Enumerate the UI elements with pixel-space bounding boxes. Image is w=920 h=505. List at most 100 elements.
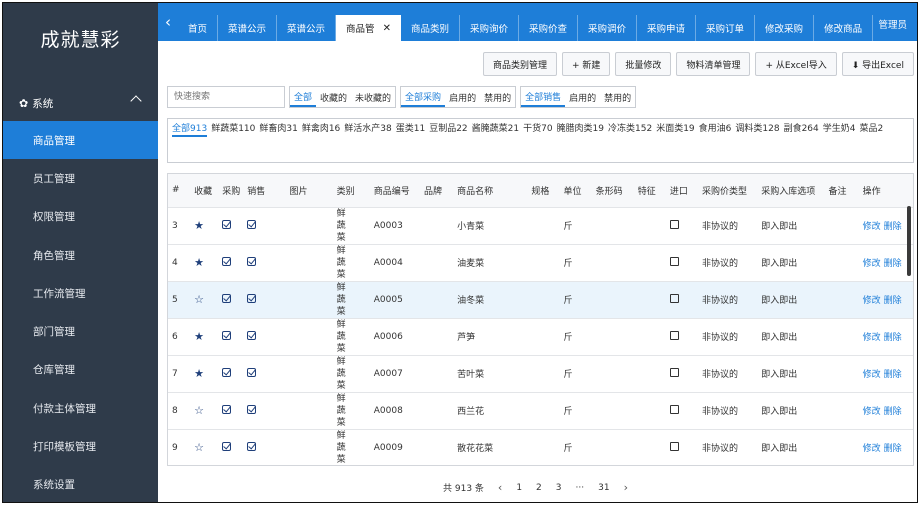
tab[interactable]: 采购价查: [519, 15, 578, 41]
page-number[interactable]: 3: [556, 483, 562, 493]
checkbox-checked-icon[interactable]: [222, 367, 232, 377]
category-chip[interactable]: 鲜禽肉16: [302, 123, 340, 137]
table-row[interactable]: 8 ☆ 鲜蔬菜 A0008 西兰花斤非协议的 即入即出 修改 删除: [168, 392, 913, 430]
category-chip[interactable]: 冷冻类152: [608, 123, 652, 137]
checkbox-empty-icon[interactable]: [669, 441, 679, 451]
checkbox-checked-icon[interactable]: [247, 219, 257, 229]
delete-link[interactable]: 删除: [884, 444, 902, 454]
checkbox-checked-icon[interactable]: [247, 256, 257, 266]
export-excel-button[interactable]: ⬇ 导出Excel: [841, 52, 914, 76]
sidebar-item[interactable]: 仓库管理: [3, 351, 158, 389]
sidebar-item[interactable]: 付款主体管理: [3, 389, 158, 427]
table-row[interactable]: 3 ★ 鲜蔬菜 A0003 小青菜斤非协议的 即入即出 修改 删除: [168, 207, 913, 245]
sidebar-item[interactable]: 打印模板管理: [3, 427, 158, 465]
table-row[interactable]: 5 ☆ 鲜蔬菜 A0005 油冬菜斤非协议的 即入即出 修改 删除: [168, 281, 913, 319]
category-chip[interactable]: 干货70: [523, 123, 552, 137]
edit-link[interactable]: 修改: [863, 333, 881, 343]
chevron-right-icon[interactable]: ›: [624, 481, 628, 494]
tab[interactable]: 商品类别: [401, 15, 460, 41]
sidebar-item[interactable]: 角色管理: [3, 236, 158, 274]
category-chip[interactable]: 酱腌蔬菜21: [472, 123, 519, 137]
batch-edit-button[interactable]: 批量修改: [615, 52, 672, 76]
star-filled-icon[interactable]: ★: [194, 367, 204, 380]
page-number[interactable]: 31: [598, 483, 609, 493]
chevron-left-icon[interactable]: ‹: [158, 3, 178, 41]
checkbox-checked-icon[interactable]: [247, 404, 257, 414]
star-filled-icon[interactable]: ★: [194, 219, 204, 232]
page-number[interactable]: 1: [516, 483, 522, 493]
category-chip[interactable]: 鲜畜肉31: [259, 123, 297, 137]
tab[interactable]: 采购订单: [696, 15, 756, 41]
category-chip[interactable]: 调料类128: [735, 123, 779, 137]
edit-link[interactable]: 修改: [863, 407, 881, 417]
filter-unfavorited[interactable]: 未收藏的: [351, 87, 395, 107]
delete-link[interactable]: 删除: [884, 296, 902, 306]
checkbox-checked-icon[interactable]: [247, 441, 257, 451]
sidebar-item[interactable]: 系统设置: [3, 466, 158, 502]
category-chip[interactable]: 豆制品22: [429, 123, 467, 137]
search-input[interactable]: [167, 86, 285, 108]
edit-link[interactable]: 修改: [863, 444, 881, 454]
star-filled-icon[interactable]: ★: [194, 256, 204, 269]
checkbox-checked-icon[interactable]: [247, 367, 257, 377]
tab[interactable]: 采购调价: [578, 15, 638, 41]
close-icon[interactable]: ✕: [383, 23, 391, 34]
sidebar-item[interactable]: 权限管理: [3, 198, 158, 236]
checkbox-checked-icon[interactable]: [222, 293, 232, 303]
table-row[interactable]: 9 ☆ 鲜蔬菜 A0009 散花花菜斤非协议的 即入即出 修改 删除: [168, 429, 913, 465]
user-name[interactable]: 管理员: [878, 17, 907, 31]
tab[interactable]: 修改采购: [755, 15, 815, 41]
edit-link[interactable]: 修改: [863, 296, 881, 306]
system-menu-header[interactable]: ✿ 系统: [3, 89, 158, 117]
category-chip[interactable]: 菜品2: [859, 123, 883, 137]
checkbox-empty-icon[interactable]: [669, 404, 679, 414]
checkbox-empty-icon[interactable]: [669, 219, 679, 229]
filter-purchase-enabled[interactable]: 启用的: [445, 87, 480, 107]
category-chip[interactable]: 食用油6: [699, 123, 732, 137]
table-row[interactable]: 4 ★ 鲜蔬菜 A0004 油麦菜斤非协议的 即入即出 修改 删除: [168, 244, 913, 282]
checkbox-checked-icon[interactable]: [222, 256, 232, 266]
filter-all-purchase[interactable]: 全部采购: [401, 87, 446, 107]
category-management-button[interactable]: 商品类别管理: [483, 52, 558, 76]
edit-link[interactable]: 修改: [863, 222, 881, 232]
delete-link[interactable]: 删除: [884, 222, 902, 232]
edit-link[interactable]: 修改: [863, 259, 881, 269]
tab[interactable]: 采购申请: [637, 15, 697, 41]
star-outline-icon[interactable]: ☆: [194, 441, 204, 454]
filter-sales-enabled[interactable]: 启用的: [565, 87, 600, 107]
new-button[interactable]: + 新建: [562, 52, 611, 76]
checkbox-empty-icon[interactable]: [669, 330, 679, 340]
filter-purchase-disabled[interactable]: 禁用的: [480, 87, 515, 107]
star-outline-icon[interactable]: ☆: [194, 404, 204, 417]
filter-favorited[interactable]: 收藏的: [316, 87, 351, 107]
delete-link[interactable]: 删除: [884, 333, 902, 343]
star-filled-icon[interactable]: ★: [194, 330, 204, 343]
category-chip[interactable]: 蛋类11: [396, 123, 425, 137]
tab[interactable]: 修改商品: [814, 15, 874, 41]
checkbox-empty-icon[interactable]: [669, 293, 679, 303]
delete-link[interactable]: 删除: [884, 259, 902, 269]
category-chip[interactable]: 副食264: [784, 123, 819, 137]
category-chip[interactable]: 鲜活水产38: [344, 123, 391, 137]
checkbox-checked-icon[interactable]: [222, 219, 232, 229]
tab[interactable]: 商品管 ✕: [336, 15, 401, 41]
sidebar-item[interactable]: 工作流管理: [3, 274, 158, 312]
star-outline-icon[interactable]: ☆: [194, 293, 204, 306]
sidebar-item[interactable]: 部门管理: [3, 312, 158, 350]
category-chip[interactable]: 腌腊肉类19: [557, 123, 604, 137]
tab[interactable]: 菜谱公示: [277, 15, 337, 41]
filter-all-sales[interactable]: 全部销售: [521, 87, 566, 107]
tab[interactable]: 首页: [178, 15, 219, 41]
filter-all[interactable]: 全部: [290, 87, 317, 107]
table-scrollbar[interactable]: [907, 206, 911, 276]
category-chip[interactable]: 鲜蔬菜110: [211, 123, 255, 137]
checkbox-checked-icon[interactable]: [222, 330, 232, 340]
table-row[interactable]: 6 ★ 鲜蔬菜 A0006 芦笋斤非协议的 即入即出 修改 删除: [168, 318, 913, 356]
checkbox-checked-icon[interactable]: [222, 441, 232, 451]
tab[interactable]: 菜谱公示: [218, 15, 278, 41]
chevron-left-icon[interactable]: ‹: [498, 481, 502, 494]
checkbox-empty-icon[interactable]: [669, 256, 679, 266]
delete-link[interactable]: 删除: [884, 370, 902, 380]
category-chip[interactable]: 米面类19: [656, 123, 694, 137]
checkbox-empty-icon[interactable]: [669, 367, 679, 377]
